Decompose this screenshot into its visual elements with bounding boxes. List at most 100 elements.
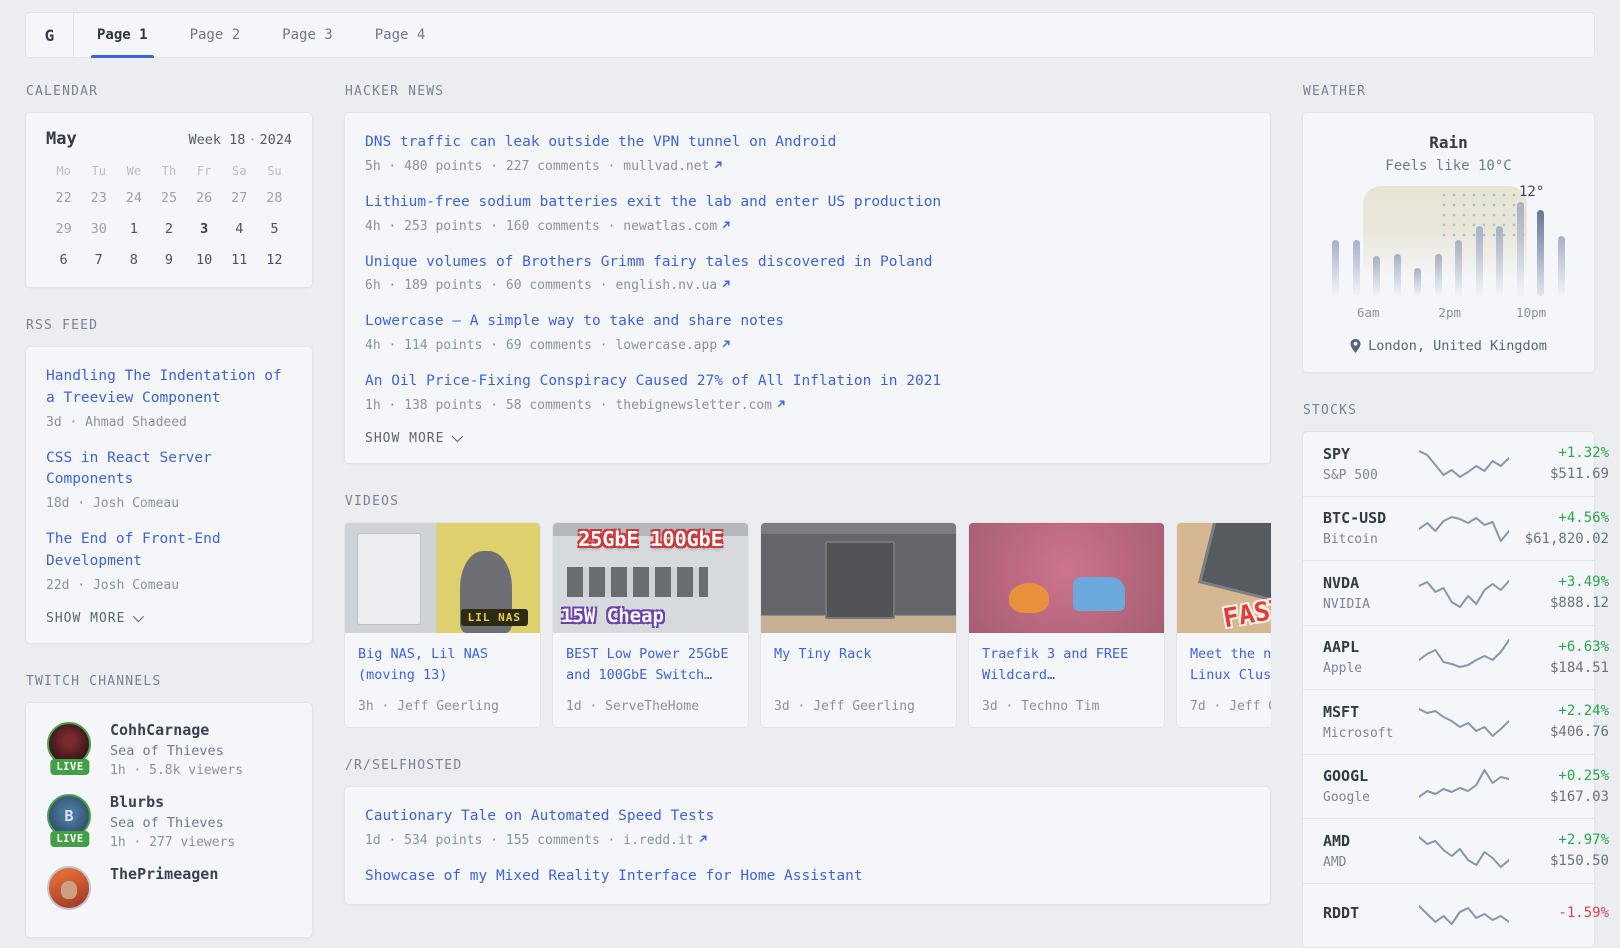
tab-page-3[interactable]: Page 3 xyxy=(261,13,354,57)
video-card[interactable]: LIL NAS Big NAS, Lil NAS (moving 13) 3h … xyxy=(344,522,541,728)
twitch-channel-name[interactable]: CohhCarnage xyxy=(110,721,243,739)
calendar-day: 12 xyxy=(257,244,292,275)
weather-widget: Rain Feels like 10°C 12° 6am2pm10pm Lond… xyxy=(1302,112,1595,373)
hn-meta-text: 4h · 253 points · 160 comments · xyxy=(365,219,615,234)
calendar-week-year: Week 18·2024 xyxy=(188,132,292,148)
top-nav: G Page 1 Page 2 Page 3 Page 4 xyxy=(25,12,1595,58)
hn-domain: lowercase.app xyxy=(615,338,717,353)
hn-item-title[interactable]: Unique volumes of Brothers Grimm fairy t… xyxy=(365,252,1250,274)
weather-bar xyxy=(1496,226,1503,296)
videos-carousel: LIL NAS Big NAS, Lil NAS (moving 13) 3h … xyxy=(344,522,1271,728)
video-thumbnail[interactable] xyxy=(761,523,956,633)
calendar-day: 9 xyxy=(151,244,186,275)
rss-item-title[interactable]: The End of Front-End Development xyxy=(46,529,292,573)
rss-show-more-button[interactable]: SHOW MORE xyxy=(46,611,292,626)
video-card[interactable]: 25GbE 100GbE 15W Cheap BEST Low Power 25… xyxy=(552,522,749,728)
rss-item-meta: 3d · Ahmad Shadeed xyxy=(46,415,292,430)
stock-sparkline xyxy=(1419,703,1509,741)
weather-bar xyxy=(1373,256,1380,296)
twitch-channel-row[interactable]: LIVE ThePrimeagen xyxy=(46,865,292,919)
video-title[interactable]: Big NAS, Lil NAS (moving 13) xyxy=(358,644,527,687)
hn-item-title[interactable]: An Oil Price-Fixing Conspiracy Caused 27… xyxy=(365,371,1250,393)
video-title-line: Linux Cluster xyxy=(1190,665,1271,686)
rss-widget: Handling The Indentation of a Treeview C… xyxy=(25,346,313,644)
twitch-avatar-wrap: LIVE xyxy=(46,865,94,919)
stock-price: $184.51 xyxy=(1509,660,1609,676)
tab-page-1[interactable]: Page 1 xyxy=(76,13,169,57)
twitch-channel-name[interactable]: ThePrimeagen xyxy=(110,865,218,883)
calendar-day: 26 xyxy=(187,182,222,213)
twitch-channel-category: Sea of Thieves xyxy=(110,743,243,759)
rss-item-title[interactable]: Handling The Indentation of a Treeview C… xyxy=(46,366,292,410)
stock-change: +4.56% xyxy=(1509,510,1609,526)
video-title-line: Wildcard… xyxy=(982,665,1151,686)
stock-sparkline xyxy=(1419,832,1509,870)
stock-row[interactable]: RDDT -1.59% xyxy=(1303,883,1594,948)
calendar-day: 8 xyxy=(116,244,151,275)
hn-meta-text: 1h · 138 points · 58 comments · xyxy=(365,398,608,413)
calendar-day: 24 xyxy=(116,182,151,213)
video-title[interactable]: BEST Low Power 25GbE and 100GbE Switch… xyxy=(566,644,735,687)
video-title[interactable]: My Tiny Rack xyxy=(774,644,943,687)
video-card[interactable]: My Tiny Rack 3d · Jeff Geerling xyxy=(760,522,957,728)
calendar-day: 30 xyxy=(81,213,116,244)
rss-item-title[interactable]: CSS in React Server Components xyxy=(46,448,292,492)
video-meta: 3d · Techno Tim xyxy=(982,699,1151,714)
hn-item-meta: 5h · 480 points · 227 comments · mullvad… xyxy=(365,159,1250,174)
weather-bar xyxy=(1476,226,1483,296)
weather-feels-like: Feels like 10°C xyxy=(1327,158,1570,174)
hn-item-title[interactable]: Lowercase – A simple way to take and sha… xyxy=(365,311,1250,333)
hn-item-title[interactable]: DNS traffic can leak outside the VPN tun… xyxy=(365,132,1250,154)
stock-ticker: GOOGL xyxy=(1323,767,1419,785)
twitch-widget: LIVE CohhCarnage Sea of Thieves 1h · 5.8… xyxy=(25,702,313,938)
reddit-item-title[interactable]: Showcase of my Mixed Reality Interface f… xyxy=(365,866,1250,888)
video-thumbnail[interactable] xyxy=(969,523,1164,633)
calendar-day: 2 xyxy=(151,213,186,244)
stock-sparkline xyxy=(1419,509,1509,547)
twitch-channel-row[interactable]: LIVE CohhCarnage Sea of Thieves 1h · 5.8… xyxy=(46,721,292,778)
reddit-widget: Cautionary Tale on Automated Speed Tests… xyxy=(344,786,1271,906)
weather-condition: Rain xyxy=(1327,133,1570,152)
video-thumbnail[interactable]: LIL NAS xyxy=(345,523,540,633)
hn-item: Lowercase – A simple way to take and sha… xyxy=(365,311,1250,353)
stock-row[interactable]: BTC-USDBitcoin +4.56%$61,820.02 xyxy=(1303,496,1594,561)
hn-show-more-button[interactable]: SHOW MORE xyxy=(365,431,1250,446)
thumbnail-dim-overlay xyxy=(761,523,956,633)
app-logo[interactable]: G xyxy=(26,13,74,57)
stock-sparkline xyxy=(1419,767,1509,805)
video-thumbnail[interactable]: FAST xyxy=(1177,523,1271,633)
stock-price: $406.76 xyxy=(1509,724,1609,740)
stock-row[interactable]: SPYS&P 500 +1.32%$511.69 xyxy=(1303,432,1594,496)
video-title-line: and 100GbE Switch… xyxy=(566,665,735,686)
weather-location-text: London, United Kingdom xyxy=(1368,338,1547,354)
video-title[interactable]: Traefik 3 and FREE Wildcard… xyxy=(982,644,1151,687)
twitch-section: TWITCH CHANNELS LIVE CohhCarnage Sea of … xyxy=(25,674,313,938)
twitch-channel-name[interactable]: Blurbs xyxy=(110,793,235,811)
stock-change: +3.49% xyxy=(1509,574,1609,590)
hn-meta-text: 6h · 189 points · 60 comments · xyxy=(365,278,608,293)
stock-row[interactable]: AAPLApple +6.63%$184.51 xyxy=(1303,625,1594,690)
video-card[interactable]: FAST Meet the new Linux Cluster 7d · Jef… xyxy=(1176,522,1271,728)
video-card[interactable]: Traefik 3 and FREE Wildcard… 3d · Techno… xyxy=(968,522,1165,728)
calendar-year: 2024 xyxy=(259,132,292,148)
stock-ticker: RDDT xyxy=(1323,904,1419,922)
twitch-channel-row[interactable]: B LIVE Blurbs Sea of Thieves 1h · 277 vi… xyxy=(46,793,292,850)
stock-row[interactable]: AMDAMD +2.97%$150.50 xyxy=(1303,818,1594,883)
video-title[interactable]: Meet the new Linux Cluster xyxy=(1190,644,1271,687)
stock-change: +1.32% xyxy=(1509,445,1609,461)
hn-item-title[interactable]: Lithium-free sodium batteries exit the l… xyxy=(365,192,1250,214)
twitch-channel-category: Sea of Thieves xyxy=(110,815,235,831)
stock-change: +2.97% xyxy=(1509,832,1609,848)
reddit-item-title[interactable]: Cautionary Tale on Automated Speed Tests xyxy=(365,806,1250,828)
tab-page-2[interactable]: Page 2 xyxy=(169,13,262,57)
stock-row[interactable]: GOOGLGoogle +0.25%$167.03 xyxy=(1303,754,1594,819)
hn-meta-text: 5h · 480 points · 227 comments · xyxy=(365,159,615,174)
stock-row[interactable]: MSFTMicrosoft +2.24%$406.76 xyxy=(1303,689,1594,754)
stock-row[interactable]: NVDANVIDIA +3.49%$888.12 xyxy=(1303,560,1594,625)
external-link-icon xyxy=(721,279,731,289)
video-thumbnail[interactable]: 25GbE 100GbE 15W Cheap xyxy=(553,523,748,633)
stocks-widget: SPYS&P 500 +1.32%$511.69 BTC-USDBitcoin … xyxy=(1302,431,1595,948)
video-title-line: Meet the new xyxy=(1190,644,1271,665)
tab-page-4[interactable]: Page 4 xyxy=(354,13,447,57)
calendar-weekday: Su xyxy=(257,164,292,178)
